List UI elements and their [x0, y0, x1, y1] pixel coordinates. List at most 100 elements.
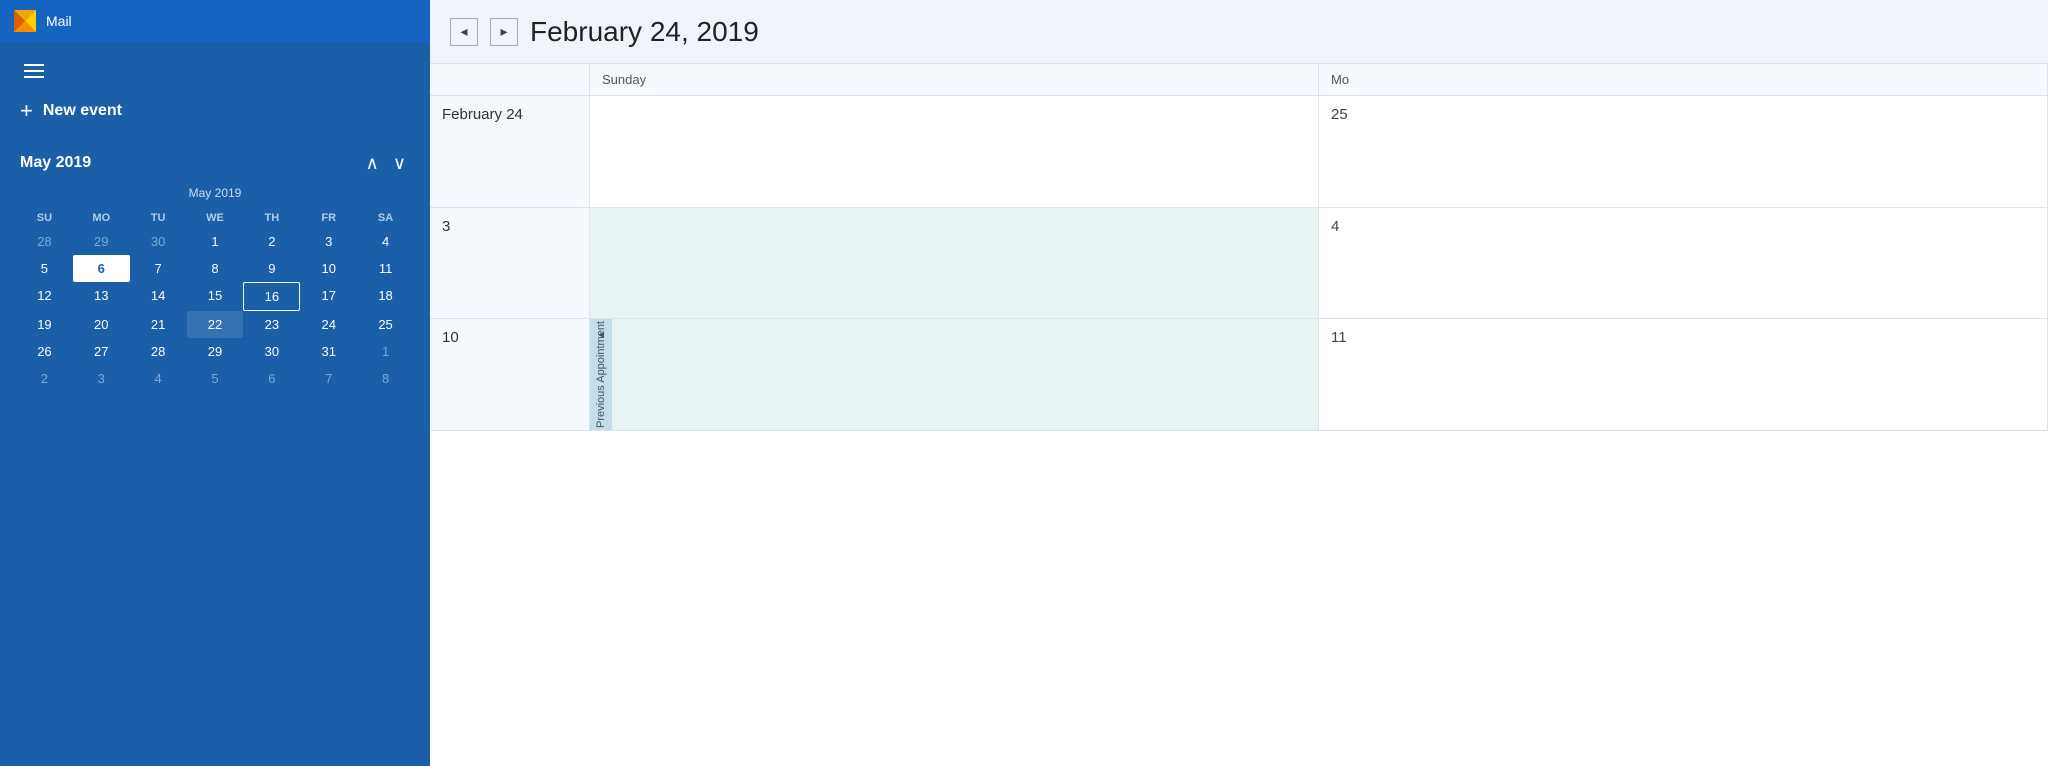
mini-cal-day[interactable]: 1: [187, 228, 244, 255]
cal-day-number: 4: [1331, 218, 1339, 235]
mini-cal-day[interactable]: 12: [16, 282, 73, 311]
previous-appointment-tab[interactable]: ◂ Previous Appointment: [590, 319, 612, 430]
week-row: 10 ◂ Previous Appointment 11: [430, 319, 2048, 431]
mini-cal-day[interactable]: 19: [16, 311, 73, 338]
month-prev-button[interactable]: ∧: [362, 152, 383, 174]
mini-cal-selected[interactable]: 16: [243, 282, 300, 311]
mini-cal-day[interactable]: 1: [357, 338, 414, 365]
mini-cal-day[interactable]: 5: [187, 365, 244, 392]
mini-cal-day[interactable]: 11: [357, 255, 414, 282]
dow-sa: SA: [357, 208, 414, 228]
cal-prev-button[interactable]: ◂: [450, 18, 478, 46]
mini-cal-day[interactable]: 8: [187, 255, 244, 282]
mini-cal-day[interactable]: 5: [16, 255, 73, 282]
mini-cal-day[interactable]: 7: [130, 255, 187, 282]
week-header: Sunday Mo: [430, 64, 2048, 96]
mini-cal-day[interactable]: 29: [187, 338, 244, 365]
plus-icon: +: [20, 100, 33, 122]
month-next-button[interactable]: ∨: [389, 152, 410, 174]
mini-cal-day[interactable]: 9: [243, 255, 300, 282]
mini-cal-day[interactable]: 23: [243, 311, 300, 338]
sidebar: Mail + New event May 2019 ∧ ∨ May 2019 S…: [0, 0, 430, 766]
week-row: 3 4: [430, 208, 2048, 320]
cal-title: February 24, 2019: [530, 16, 759, 48]
week-row-cells: ◂ Previous Appointment 11: [590, 319, 2048, 430]
cal-day-number: 11: [1331, 329, 1347, 346]
mini-cal-day[interactable]: 2: [243, 228, 300, 255]
mail-icon: [14, 10, 36, 32]
week-row-date: 10: [430, 319, 590, 430]
mini-cal-day[interactable]: 25: [357, 311, 414, 338]
mini-cal-day[interactable]: 18: [357, 282, 414, 311]
mini-cal-day[interactable]: 21: [130, 311, 187, 338]
new-event-label: New event: [43, 102, 122, 120]
remaining-area: [430, 431, 2048, 766]
hamburger-line: [24, 76, 44, 78]
mini-cal-day[interactable]: 28: [16, 228, 73, 255]
week-days-header: Sunday Mo: [590, 64, 2048, 95]
side-tab-label: Previous Appointment: [595, 321, 607, 428]
mini-cal-day[interactable]: 26: [16, 338, 73, 365]
cal-day-number: 25: [1331, 106, 1348, 123]
cal-cell-mon[interactable]: 25: [1319, 96, 2048, 207]
mini-cal-day[interactable]: 13: [73, 282, 130, 311]
week-row: February 24 25: [430, 96, 2048, 208]
mini-cal-day[interactable]: 6: [243, 365, 300, 392]
mini-cal-day[interactable]: 2: [16, 365, 73, 392]
month-nav-label: May 2019: [20, 154, 91, 172]
mini-cal-day[interactable]: 14: [130, 282, 187, 311]
mini-cal-day[interactable]: 10: [300, 255, 357, 282]
mini-cal-day[interactable]: 30: [130, 228, 187, 255]
hamburger-line: [24, 64, 44, 66]
week-row-cells: 25: [590, 96, 2048, 207]
cal-cell-sun-shaded-sidetab[interactable]: ◂ Previous Appointment: [590, 319, 1319, 430]
month-nav-arrows: ∧ ∨: [362, 152, 410, 174]
main-area: ◂ ▸ February 24, 2019 Sunday Mo February…: [430, 0, 2048, 766]
titlebar: Mail: [0, 0, 430, 42]
dow-we: WE: [187, 208, 244, 228]
month-nav: May 2019 ∧ ∨: [0, 138, 430, 180]
cal-next-button[interactable]: ▸: [490, 18, 518, 46]
cal-cell-mon[interactable]: 11: [1319, 319, 2048, 430]
week-header-empty: [430, 64, 590, 95]
cal-cell-mon[interactable]: 4: [1319, 208, 2048, 319]
mini-cal-day[interactable]: 4: [130, 365, 187, 392]
mini-cal-day[interactable]: 27: [73, 338, 130, 365]
cal-header: ◂ ▸ February 24, 2019: [430, 0, 2048, 64]
week-date-label: 3: [442, 218, 450, 235]
mini-cal-day[interactable]: 28: [130, 338, 187, 365]
mini-cal-day[interactable]: 15: [187, 282, 244, 311]
new-event-button[interactable]: + New event: [20, 94, 122, 128]
mini-cal-day[interactable]: 4: [357, 228, 414, 255]
mini-cal-day[interactable]: 31: [300, 338, 357, 365]
cal-cell-sun-shaded[interactable]: [590, 208, 1319, 319]
sidebar-top: + New event: [0, 42, 430, 138]
mini-cal-day[interactable]: 30: [243, 338, 300, 365]
dow-tu: TU: [130, 208, 187, 228]
mini-cal-day[interactable]: 20: [73, 311, 130, 338]
week-row-date: 3: [430, 208, 590, 319]
dow-th: TH: [243, 208, 300, 228]
mini-calendar: May 2019 SU MO TU WE TH FR SA 28 29 30 1…: [0, 180, 430, 402]
mini-cal-day[interactable]: 3: [300, 228, 357, 255]
day-label-monday: Mo: [1319, 64, 2048, 95]
mini-cal-day[interactable]: 17: [300, 282, 357, 311]
mini-cal-day[interactable]: 24: [300, 311, 357, 338]
dow-su: SU: [16, 208, 73, 228]
mini-cal-day[interactable]: 29: [73, 228, 130, 255]
hamburger-line: [24, 70, 44, 72]
mini-cal-grid: SU MO TU WE TH FR SA 28 29 30 1 2 3 4 5 …: [16, 208, 414, 392]
mini-cal-day[interactable]: 7: [300, 365, 357, 392]
week-row-cells: 4: [590, 208, 2048, 319]
dow-mo: MO: [73, 208, 130, 228]
mini-cal-day[interactable]: 8: [357, 365, 414, 392]
week-row-date: February 24: [430, 96, 590, 207]
mini-cal-today[interactable]: 6: [73, 255, 130, 282]
mini-cal-day[interactable]: 3: [73, 365, 130, 392]
hamburger-button[interactable]: [20, 58, 48, 84]
app-title: Mail: [46, 13, 72, 29]
dow-fr: FR: [300, 208, 357, 228]
cal-body: February 24 25 3 4 10: [430, 96, 2048, 431]
mini-cal-day[interactable]: 22: [187, 311, 244, 338]
cal-cell-sun[interactable]: [590, 96, 1319, 207]
